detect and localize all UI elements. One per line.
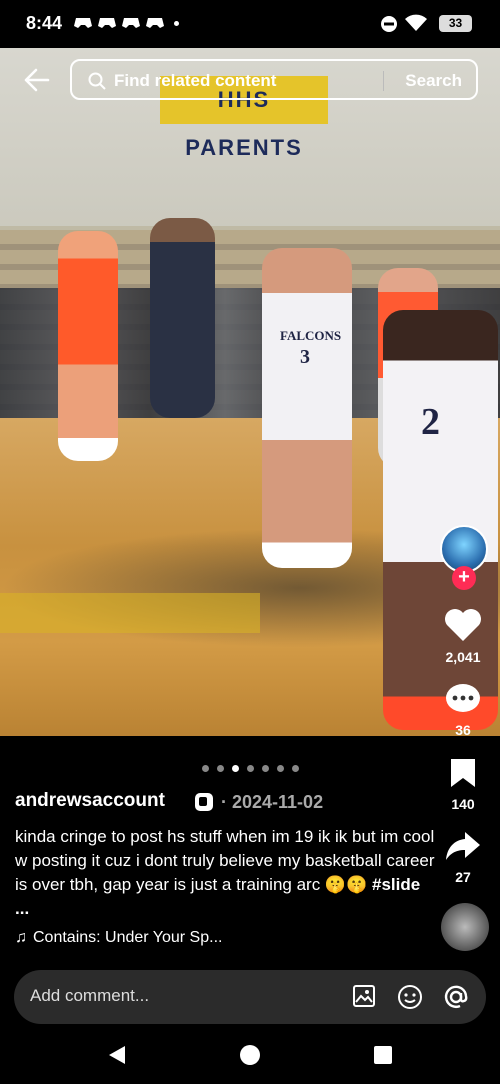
nav-recents-icon[interactable] xyxy=(373,1045,393,1065)
court-yellow-band xyxy=(0,593,260,633)
like-button[interactable]: 2,041 xyxy=(433,608,493,665)
music-disc-icon[interactable] xyxy=(441,903,489,951)
carousel-dot xyxy=(202,765,209,772)
coach-figure xyxy=(150,218,215,418)
back-arrow-icon[interactable] xyxy=(24,68,50,92)
player-orange xyxy=(58,231,118,461)
carousel-indicator xyxy=(202,765,299,772)
carousel-dot xyxy=(292,765,299,772)
status-time: 8:44 xyxy=(26,13,63,33)
nav-home-icon[interactable] xyxy=(239,1044,261,1066)
search-divider xyxy=(383,71,384,91)
emoji-sticker-icon[interactable] xyxy=(397,984,423,1010)
game-controller-icon xyxy=(98,18,116,28)
jersey-number-3: 3 xyxy=(300,346,310,368)
like-count: 2,041 xyxy=(445,649,481,665)
wifi-icon xyxy=(405,14,427,31)
heart-icon xyxy=(445,609,481,641)
nav-back-icon[interactable] xyxy=(107,1044,127,1066)
share-button[interactable]: 27 xyxy=(433,830,493,885)
search-icon xyxy=(88,72,106,90)
username[interactable]: andrewsaccount xyxy=(15,790,165,812)
save-count: 140 xyxy=(451,796,475,812)
save-button[interactable]: 140 xyxy=(433,757,493,812)
comment-bubble-icon xyxy=(446,684,480,712)
image-icon[interactable] xyxy=(352,984,376,1008)
player-2: 2 xyxy=(383,310,498,730)
comment-input[interactable]: Add comment... xyxy=(30,986,149,1006)
game-controller-icon xyxy=(146,18,164,28)
battery-icon: 33 xyxy=(439,15,472,32)
bookmark-icon xyxy=(451,759,475,787)
share-arrow-icon xyxy=(446,832,480,860)
music-title: Contains: Under Your Sp... xyxy=(33,929,223,946)
comment-count: 36 xyxy=(455,722,471,738)
mention-icon[interactable] xyxy=(443,984,469,1010)
carousel-dot xyxy=(262,765,269,772)
photo-carousel-icon xyxy=(195,793,213,811)
more-notifications-dot xyxy=(174,21,179,26)
status-bar: 8:44 33 xyxy=(0,0,500,48)
post-date: · 2024-11-02 xyxy=(221,792,324,812)
music-note-icon: ♫ xyxy=(15,929,27,946)
jersey-number-2: 2 xyxy=(421,401,440,443)
carousel-dot xyxy=(217,765,224,772)
post-caption[interactable]: kinda cringe to post hs stuff when im 19… xyxy=(15,825,435,921)
system-nav-bar xyxy=(0,1030,500,1084)
comment-input-bar[interactable]: Add comment... xyxy=(14,970,486,1024)
jersey-team: FALCONS xyxy=(280,328,342,343)
carousel-dot xyxy=(247,765,254,772)
player-falcons-3: FALCONS 3 xyxy=(262,248,352,568)
video-player[interactable]: HHS PARENTS 12 FALCONS 3 2 xyxy=(0,48,500,736)
notification-icons xyxy=(74,14,179,30)
search-button[interactable]: Search xyxy=(405,71,462,91)
do-not-disturb-icon xyxy=(381,16,397,32)
share-count: 27 xyxy=(455,869,471,885)
game-controller-icon xyxy=(122,18,140,28)
follow-plus-icon[interactable]: + xyxy=(452,566,476,590)
comment-button[interactable]: 36 xyxy=(433,683,493,738)
search-bar[interactable]: Find related content Search xyxy=(70,59,478,100)
carousel-dot xyxy=(277,765,284,772)
search-input[interactable]: Find related content xyxy=(114,71,276,91)
game-controller-icon xyxy=(74,18,92,28)
carousel-dot-active xyxy=(232,765,239,772)
music-link[interactable]: ♫ Contains: Under Your Sp... xyxy=(15,929,222,947)
